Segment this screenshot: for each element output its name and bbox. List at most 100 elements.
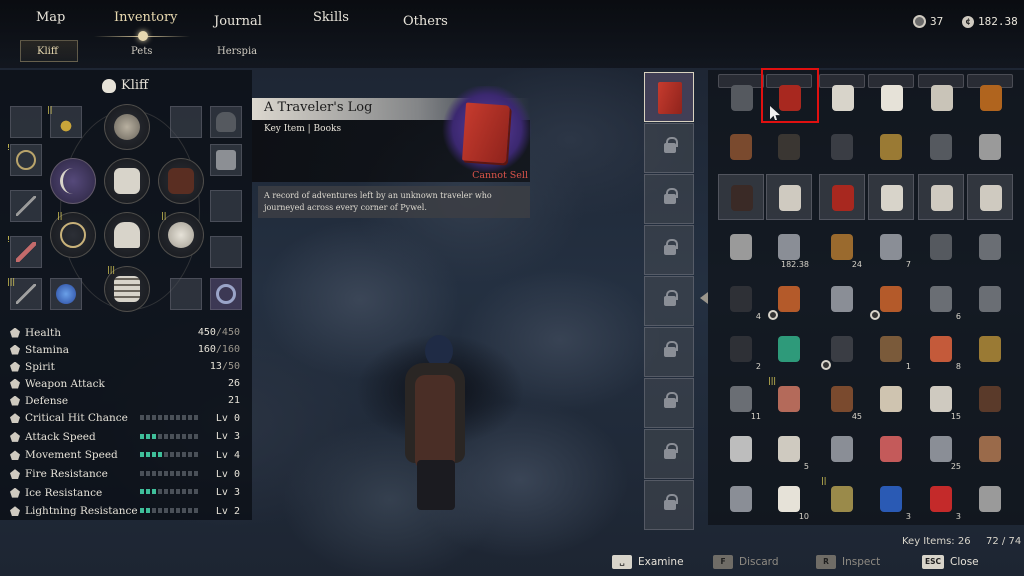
inventory-slot[interactable] xyxy=(766,276,812,322)
inventory-slot[interactable] xyxy=(918,224,964,270)
inventory-slot[interactable]: 2 xyxy=(718,326,764,372)
bag-locked[interactable] xyxy=(644,276,694,326)
inventory-slot[interactable] xyxy=(967,174,1013,220)
subtab-pets[interactable]: Pets xyxy=(131,46,152,57)
inventory-slot[interactable]: 25 xyxy=(918,426,964,472)
equip-slot-accessory[interactable]: || xyxy=(50,211,96,258)
inventory-slot[interactable] xyxy=(718,174,764,220)
inventory-slot[interactable] xyxy=(967,476,1013,522)
hint-examine[interactable]: ␣ Examine xyxy=(612,555,684,569)
equip-slot-chest[interactable] xyxy=(104,158,150,204)
tab-map[interactable]: Map xyxy=(36,10,65,25)
inventory-slot[interactable]: 10 xyxy=(766,476,812,522)
equip-slot-empty[interactable] xyxy=(10,106,42,138)
bag-locked[interactable] xyxy=(644,225,694,275)
equip-slot-necklace[interactable]: ! xyxy=(7,143,42,176)
inventory-slot[interactable] xyxy=(918,74,964,111)
equip-slot-gloves[interactable] xyxy=(104,212,150,258)
inventory-slot[interactable] xyxy=(918,124,964,170)
equip-slot-spear[interactable] xyxy=(10,190,42,222)
inventory-slot[interactable] xyxy=(967,376,1013,422)
inventory-slot[interactable] xyxy=(819,326,865,372)
inventory-slot[interactable]: 6 xyxy=(918,276,964,322)
inventory-slot[interactable]: 3 xyxy=(868,476,914,522)
inventory-slot[interactable] xyxy=(718,476,764,522)
equip-slot-empty[interactable] xyxy=(210,236,242,268)
inventory-slot[interactable] xyxy=(967,74,1013,111)
inventory-slot[interactable] xyxy=(718,124,764,170)
inventory-slot[interactable] xyxy=(967,276,1013,322)
inventory-slot[interactable]: ||| xyxy=(766,376,812,422)
inventory-slot[interactable] xyxy=(967,124,1013,170)
inventory-slot[interactable]: 45 xyxy=(819,376,865,422)
subtab-herspia[interactable]: Herspia xyxy=(217,46,257,57)
hint-inspect[interactable]: R Inspect xyxy=(816,555,880,569)
inventory-slot[interactable] xyxy=(868,276,914,322)
equip-slot-empty[interactable] xyxy=(210,190,242,222)
inventory-slot[interactable]: 8 xyxy=(918,326,964,372)
inventory-slot[interactable]: 7 xyxy=(868,224,914,270)
inventory-slot[interactable] xyxy=(819,124,865,170)
inventory-slot[interactable] xyxy=(868,426,914,472)
inventory-slot[interactable] xyxy=(718,74,764,111)
equip-slot-bow[interactable] xyxy=(50,158,96,204)
inventory-slot[interactable] xyxy=(766,174,812,220)
inventory-slot[interactable]: 4 xyxy=(718,276,764,322)
equip-slot-amulet[interactable]: || xyxy=(47,105,82,138)
equip-slot-empty[interactable] xyxy=(170,106,202,138)
inventory-slot[interactable] xyxy=(819,74,865,111)
inventory-slot[interactable]: 1 xyxy=(868,326,914,372)
equip-slot-sword[interactable]: ! xyxy=(7,235,42,268)
equip-slot-helmet[interactable] xyxy=(104,104,150,150)
hint-discard[interactable]: F Discard xyxy=(713,555,778,569)
equip-slot-lantern[interactable] xyxy=(210,144,242,176)
inventory-slot[interactable] xyxy=(819,276,865,322)
inventory-slot[interactable] xyxy=(868,376,914,422)
stat-label: Ice Resistance xyxy=(25,486,103,499)
inventory-slot[interactable] xyxy=(967,224,1013,270)
bag-locked[interactable] xyxy=(644,480,694,530)
subtab-kliff[interactable]: Kliff xyxy=(37,46,58,57)
inventory-slot[interactable]: 3 xyxy=(918,476,964,522)
equip-slot-empty[interactable] xyxy=(170,278,202,310)
bag-locked[interactable] xyxy=(644,327,694,377)
tab-others[interactable]: Others xyxy=(403,14,448,29)
character-name-label: Kliff xyxy=(121,78,149,93)
equip-slot-shoulder[interactable] xyxy=(210,106,242,138)
bag-locked[interactable] xyxy=(644,123,694,173)
equip-slot-orb[interactable] xyxy=(50,278,82,310)
inventory-slot[interactable] xyxy=(868,174,914,220)
inventory-slot[interactable]: 15 xyxy=(918,376,964,422)
inventory-slot[interactable] xyxy=(718,224,764,270)
equip-slot-ring[interactable] xyxy=(210,278,242,310)
inventory-slot[interactable] xyxy=(918,174,964,220)
hint-close[interactable]: ESC Close xyxy=(922,555,979,569)
bag-locked[interactable] xyxy=(644,174,694,224)
inventory-slot[interactable]: 182.38 xyxy=(766,224,812,270)
bag-locked[interactable] xyxy=(644,429,694,479)
equip-slot-dagger[interactable]: ||| xyxy=(7,277,42,310)
equip-slot-boots[interactable]: ||| xyxy=(104,265,150,312)
playing-card-icon xyxy=(832,85,854,111)
inventory-slot[interactable]: 24 xyxy=(819,224,865,270)
tab-journal[interactable]: Journal xyxy=(214,14,262,29)
bag-locked[interactable] xyxy=(644,378,694,428)
equip-slot-cloak[interactable] xyxy=(158,158,204,204)
tab-skills[interactable]: Skills xyxy=(313,10,349,25)
stat-icon xyxy=(10,487,20,498)
tab-inventory[interactable]: Inventory xyxy=(114,10,178,25)
inventory-slot[interactable] xyxy=(718,426,764,472)
inventory-slot[interactable] xyxy=(868,74,914,111)
inventory-slot[interactable] xyxy=(819,426,865,472)
inventory-slot[interactable]: 11 xyxy=(718,376,764,422)
inventory-slot[interactable] xyxy=(766,326,812,372)
bag-key-items[interactable] xyxy=(644,72,694,122)
inventory-slot[interactable]: 5 xyxy=(766,426,812,472)
inventory-slot[interactable] xyxy=(967,326,1013,372)
inventory-slot[interactable] xyxy=(967,426,1013,472)
equip-slot-shield[interactable]: || xyxy=(158,211,204,258)
inventory-slot[interactable] xyxy=(868,124,914,170)
inventory-slot[interactable] xyxy=(819,174,865,220)
inventory-slot[interactable] xyxy=(766,124,812,170)
inventory-slot[interactable]: || xyxy=(819,476,865,522)
